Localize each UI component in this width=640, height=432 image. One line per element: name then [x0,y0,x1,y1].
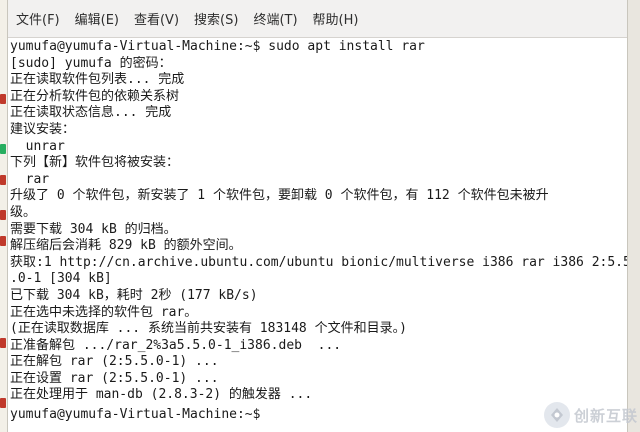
terminal-line: 获取:1 http://cn.archive.ubuntu.com/ubuntu… [10,254,628,270]
terminal-line: 升级了 0 个软件包，新安装了 1 个软件包，要卸载 0 个软件包，有 112 … [10,188,549,204]
terminal-line: 解压缩后会消耗 829 kB 的额外空间。 [10,238,242,254]
screen: 文件(F) 编辑(E) 查看(V) 搜索(S) 终端(T) 帮助(H) yumu… [0,0,640,432]
menu-help[interactable]: 帮助(H) [313,6,359,31]
terminal-line: 下列【新】软件包将被安装： [10,155,180,171]
terminal-line: rar [10,171,50,187]
terminal-line: 正在读取软件包列表... 完成 [10,72,185,88]
terminal-prompt-line[interactable]: yumufa@yumufa-Virtual-Machine:~$ [10,404,628,421]
terminal-line: 已下载 304 kB，耗时 2秒 (177 kB/s) [10,287,258,303]
terminal-line: .0-1 [304 kB] [10,271,112,287]
background-window-edge-right [627,0,640,432]
watermark-text: 创新互联 [573,406,638,425]
background-marker [0,94,6,104]
background-marker [0,210,6,220]
background-marker [0,338,6,348]
logo-icon [543,402,570,428]
terminal-line: 正在分析软件包的依赖关系树 [10,88,180,104]
terminal-line: 正在选中未选择的软件包 rar。 [10,304,198,320]
terminal-line: 正在设置 rar (2:5.5.0-1) ... [10,370,219,386]
logo-mark-icon [550,408,563,422]
background-marker [0,175,6,185]
watermark-logo: 创新互联 [543,402,638,428]
menu-terminal[interactable]: 终端(T) [253,6,297,31]
terminal-line: yumufa@yumufa-Virtual-Machine:~$ sudo ap… [10,39,425,54]
terminal-lines: yumufa@yumufa-Virtual-Machine:~$ sudo ap… [10,39,628,421]
background-marker [0,398,6,408]
terminal-line: 正在读取状态信息... 完成 [10,105,172,121]
terminal-line: 需要下载 304 kB 的归档。 [10,221,177,237]
menu-edit[interactable]: 编辑(E) [75,6,119,31]
terminal-output[interactable]: yumufa@yumufa-Virtual-Machine:~$ sudo ap… [8,39,628,432]
terminal-line: 建议安装： [10,121,76,137]
terminal-line: 级。 [10,204,37,220]
menu-bar: 文件(F) 编辑(E) 查看(V) 搜索(S) 终端(T) 帮助(H) [8,0,628,38]
menu-view[interactable]: 查看(V) [134,6,179,31]
terminal-line: 正在解包 rar (2:5.5.0-1) ... [10,354,219,370]
menu-file[interactable]: 文件(F) [16,6,60,31]
terminal-cursor [268,404,276,418]
terminal-prompt: yumufa@yumufa-Virtual-Machine:~$ [10,407,269,421]
terminal-line: 正在处理用于 man-db (2.8.3-2) 的触发器 ... [10,387,313,403]
menu-search[interactable]: 搜索(S) [194,6,238,31]
background-window-edge-left [0,0,8,432]
background-marker [0,236,6,246]
terminal-line: 正准备解包 .../rar_2%3a5.5.0-1_i386.deb ... [10,337,342,353]
terminal-line: unrar [10,138,65,154]
terminal-line: (正在读取数据库 ... 系统当前共安装有 183148 个文件和目录。) [10,321,407,337]
terminal-line: [sudo] yumufa 的密码： [10,55,172,71]
background-marker [0,144,6,154]
